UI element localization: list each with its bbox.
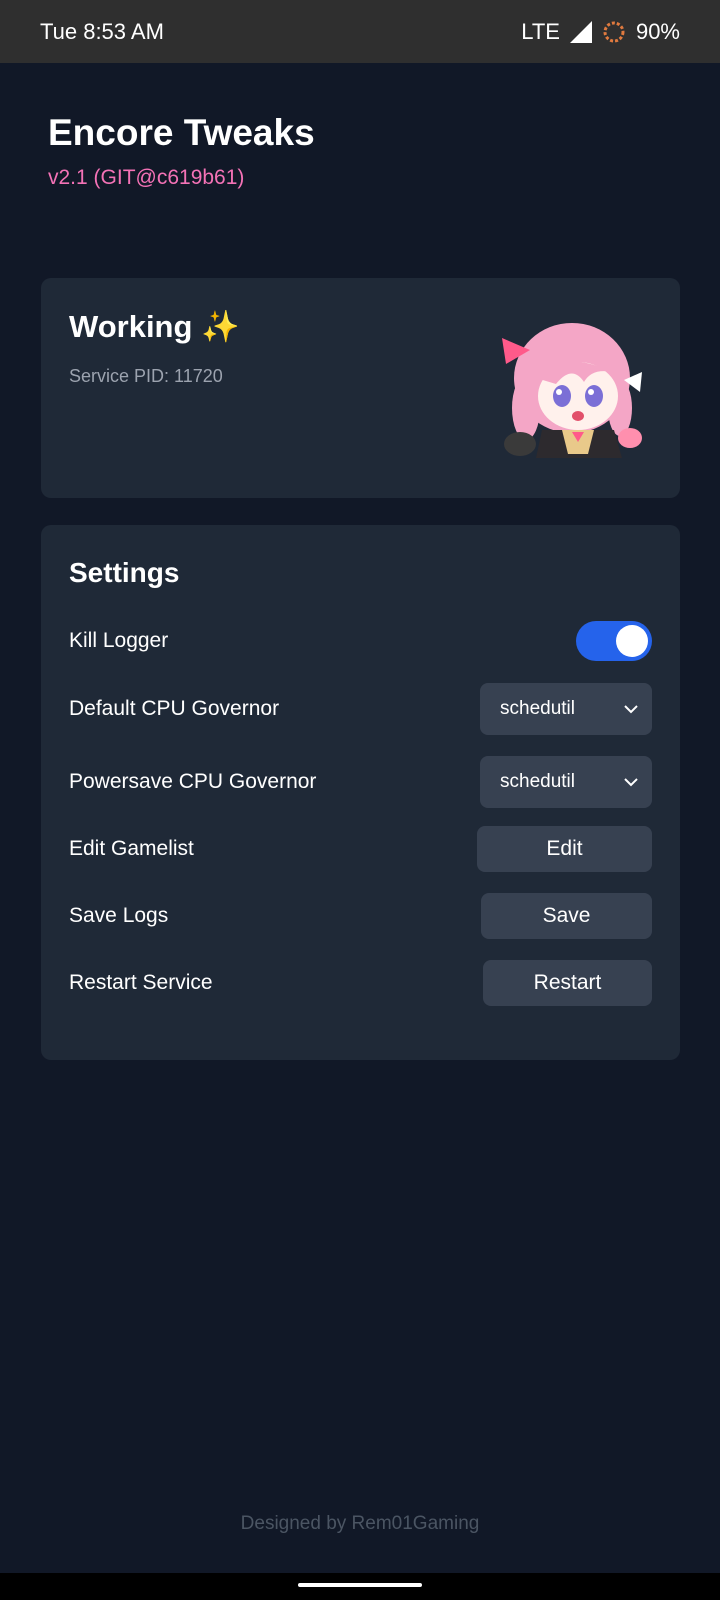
status-time: Tue 8:53 AM [40, 18, 164, 44]
powersave-governor-value: schedutil [500, 771, 575, 792]
home-gesture-handle[interactable] [298, 1583, 422, 1587]
setting-restart-service: Restart Service Restart [69, 957, 652, 1009]
footer-credit: Designed by Rem01Gaming [240, 1513, 480, 1534]
chevron-down-icon [624, 778, 638, 787]
service-pid: Service PID: 11720 [69, 366, 223, 386]
powersave-governor-select[interactable]: schedutil [480, 756, 652, 808]
edit-gamelist-button[interactable]: Edit [477, 826, 652, 872]
setting-default-governor: Default CPU Governor schedutil [69, 683, 652, 735]
default-governor-label: Default CPU Governor [69, 697, 280, 720]
network-label: LTE [521, 18, 560, 44]
edit-gamelist-label: Edit Gamelist [69, 837, 194, 860]
anime-mascot-icon [502, 323, 642, 458]
settings-title: Settings [69, 557, 180, 588]
app-version: v2.1 (GIT@c619b61) [48, 166, 245, 189]
save-logs-label: Save Logs [69, 904, 169, 927]
signal-icon [569, 20, 592, 43]
restart-service-button[interactable]: Restart [483, 960, 652, 1006]
settings-card: Settings Kill Logger Default CPU Governo… [41, 525, 680, 1060]
toggle-knob [616, 625, 648, 657]
status-card: Working ✨ Service PID: 11720 [41, 278, 680, 498]
battery-percent: 90% [635, 18, 680, 44]
app-header: Encore Tweaks v2.1 (GIT@c619b61) [48, 112, 315, 190]
app-title: Encore Tweaks [48, 112, 315, 153]
restart-service-label: Restart Service [69, 971, 213, 994]
navigation-bar [0, 1573, 720, 1600]
kill-logger-toggle[interactable] [576, 621, 652, 661]
default-governor-select[interactable]: schedutil [480, 683, 652, 735]
status-bar: Tue 8:53 AM LTE 90% [0, 0, 720, 63]
setting-kill-logger: Kill Logger [69, 615, 652, 667]
setting-powersave-governor: Powersave CPU Governor schedutil [69, 756, 652, 808]
chevron-down-icon [624, 705, 638, 714]
save-logs-button[interactable]: Save [481, 893, 652, 939]
kill-logger-label: Kill Logger [69, 629, 169, 652]
status-icons: LTE 90% [521, 19, 680, 45]
service-status-title: Working ✨ [69, 309, 240, 344]
powersave-governor-label: Powersave CPU Governor [69, 770, 317, 793]
setting-save-logs: Save Logs Save [69, 890, 652, 942]
default-governor-value: schedutil [500, 698, 575, 719]
setting-edit-gamelist: Edit Gamelist Edit [69, 823, 652, 875]
battery-saver-icon [603, 21, 625, 42]
